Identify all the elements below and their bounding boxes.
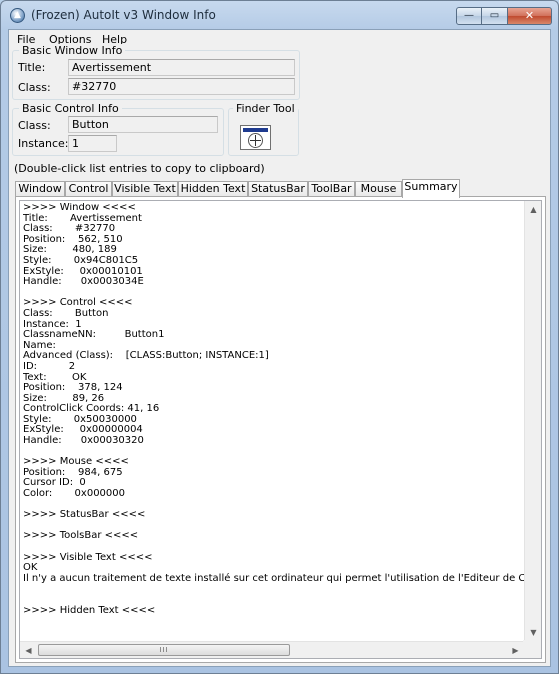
summary-line: Color: 0x000000	[23, 488, 126, 500]
control-instance-label: Instance:	[18, 137, 69, 150]
summary-line: Handle: 0x00030320	[23, 435, 144, 447]
autoit-app-icon[interactable]: ▲	[10, 8, 25, 23]
basic-window-info-legend: Basic Window Info	[19, 44, 126, 57]
summary-text[interactable]: >>>> Window <<<< Title: Avertissement Clas…	[23, 203, 526, 641]
tab-summary[interactable]: Summary	[402, 179, 460, 198]
summary-line: Il n'y a aucun traitement de texte insta…	[23, 572, 526, 584]
summary-line: Handle: 0x0003034E	[23, 276, 144, 288]
summary-line: Style: 0x94C801C5	[23, 254, 139, 266]
maximize-button[interactable]: ▭	[482, 7, 508, 25]
summary-line: >>>> ToolsBar <<<<	[23, 530, 139, 542]
control-class-label: Class:	[18, 119, 51, 132]
tab-statusbar[interactable]: StatusBar	[248, 181, 308, 197]
scroll-left-icon[interactable]: ◀	[20, 642, 37, 658]
summary-line	[23, 584, 526, 595]
summary-textbox[interactable]: >>>> Window <<<< Title: Avertissement Clas…	[19, 200, 542, 659]
summary-line: >>>> Visible Text <<<<	[23, 551, 153, 563]
horizontal-scroll-thumb[interactable]: III	[38, 644, 290, 656]
finder-tool-group: Finder Tool	[228, 102, 299, 156]
app-window: ▲ (Frozen) AutoIt v3 Window Info — ▭ ✕ F…	[0, 0, 559, 674]
window-title-label: Title:	[18, 61, 46, 74]
window-class-label: Class:	[18, 81, 51, 94]
control-instance-field[interactable]: 1	[68, 135, 117, 152]
summary-line: >>>> Hidden Text <<<<	[23, 604, 156, 616]
summary-line: >>>> StatusBar <<<<	[23, 509, 146, 521]
scroll-right-icon[interactable]: ▶	[507, 642, 524, 658]
scrollbar-corner	[523, 640, 541, 658]
window-class-field[interactable]: #32770	[68, 78, 295, 95]
scroll-down-icon[interactable]: ▼	[525, 624, 541, 641]
crosshair-target-icon	[248, 133, 263, 148]
finder-window-bar-icon	[243, 128, 268, 132]
copy-hint-text: (Double-click list entries to copy to cl…	[14, 162, 265, 175]
basic-window-info-group: Basic Window Info Title: Avertissement C…	[12, 44, 300, 100]
summary-line	[23, 595, 526, 606]
close-button[interactable]: ✕	[508, 7, 552, 25]
window-title: (Frozen) AutoIt v3 Window Info	[31, 8, 216, 22]
vertical-scrollbar[interactable]: ▲ ▼	[524, 201, 541, 641]
summary-panel: >>>> Window <<<< Title: Avertissement Clas…	[15, 196, 546, 663]
summary-line: ClassnameNN: Button1	[23, 329, 165, 341]
summary-line	[23, 542, 526, 553]
basic-control-info-group: Basic Control Info Class: Button Instanc…	[12, 102, 224, 156]
tab-window[interactable]: Window	[15, 181, 65, 197]
summary-line: Advanced (Class): [CLASS:Button; INSTANC…	[23, 350, 269, 362]
client-area: File Options Help Basic Window Info Titl…	[8, 29, 551, 667]
tab-hidden-text[interactable]: Hidden Text	[178, 181, 248, 197]
tab-mouse[interactable]: Mouse	[355, 181, 402, 197]
tab-control[interactable]: Control	[65, 181, 112, 197]
tab-toolbar[interactable]: ToolBar	[308, 181, 355, 197]
window-title-field[interactable]: Avertissement	[68, 59, 295, 76]
summary-line: >>>> Window <<<<	[23, 203, 136, 213]
minimize-button[interactable]: —	[456, 7, 482, 25]
tab-visible-text[interactable]: Visible Text	[112, 181, 178, 197]
scroll-up-icon[interactable]: ▲	[525, 201, 541, 218]
summary-line: ID: 2	[23, 360, 76, 372]
summary-line: Class: Button	[23, 307, 109, 319]
finder-tool-legend: Finder Tool	[233, 102, 298, 115]
control-class-field[interactable]: Button	[68, 116, 218, 133]
title-bar[interactable]: ▲ (Frozen) AutoIt v3 Window Info — ▭ ✕	[1, 1, 558, 29]
horizontal-scrollbar[interactable]: ◀ III ▶	[20, 641, 524, 658]
summary-line: Position: 984, 675	[23, 466, 123, 478]
basic-control-info-legend: Basic Control Info	[19, 102, 122, 115]
finder-tool-button[interactable]	[240, 125, 271, 150]
